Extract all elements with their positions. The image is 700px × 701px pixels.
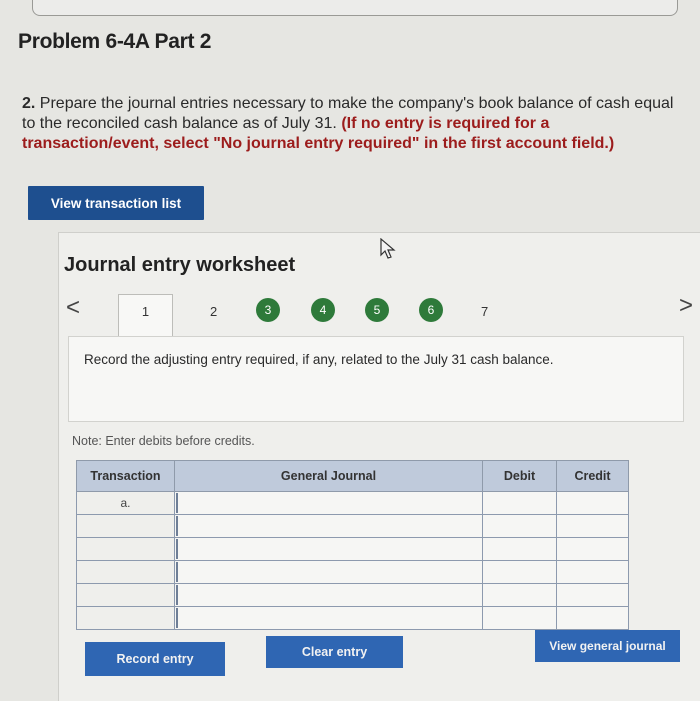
credit-input[interactable]: [556, 583, 629, 607]
transaction-cell: a.: [76, 491, 175, 515]
column-header-credit: Credit: [556, 460, 629, 492]
account-select[interactable]: [174, 537, 483, 561]
credit-input[interactable]: [556, 537, 629, 561]
account-select[interactable]: [174, 560, 483, 584]
transaction-cell: [76, 560, 175, 584]
table-row: [76, 514, 629, 538]
table-header-row: Transaction General Journal Debit Credit: [76, 460, 629, 492]
account-field[interactable]: [176, 516, 481, 536]
tab-3[interactable]: 3: [256, 298, 280, 322]
debit-input[interactable]: [482, 514, 557, 538]
column-header-general-journal: General Journal: [174, 460, 483, 492]
column-header-transaction: Transaction: [76, 460, 175, 492]
account-select[interactable]: [174, 583, 483, 607]
account-field[interactable]: [176, 562, 481, 582]
credit-input[interactable]: [556, 560, 629, 584]
instruction-number: 2.: [22, 95, 36, 112]
entry-prompt: Record the adjusting entry required, if …: [84, 352, 554, 367]
tab-5[interactable]: 5: [365, 298, 389, 322]
tab-7[interactable]: 7: [481, 304, 488, 319]
table-row: [76, 537, 629, 561]
table-row: [76, 583, 629, 607]
transaction-cell: [76, 537, 175, 561]
account-field[interactable]: [176, 608, 481, 628]
table-row: [76, 606, 629, 630]
account-field[interactable]: [176, 493, 481, 513]
tab-4[interactable]: 4: [311, 298, 335, 322]
account-select[interactable]: [174, 491, 483, 515]
account-field[interactable]: [176, 539, 481, 559]
page-title: Problem 6-4A Part 2: [18, 30, 212, 53]
column-header-debit: Debit: [482, 460, 557, 492]
debit-credit-note: Note: Enter debits before credits.: [72, 434, 255, 448]
view-transaction-list-button[interactable]: View transaction list: [28, 186, 204, 220]
top-frame: [32, 0, 678, 16]
journal-entry-table: Transaction General Journal Debit Credit…: [76, 460, 629, 630]
account-field[interactable]: [176, 585, 481, 605]
transaction-cell: [76, 514, 175, 538]
table-row: a.: [76, 491, 629, 515]
entry-prompt-box: [68, 336, 684, 422]
debit-input[interactable]: [482, 583, 557, 607]
worksheet-title: Journal entry worksheet: [64, 254, 296, 276]
mouse-pointer-icon: [380, 238, 396, 259]
debit-input[interactable]: [482, 491, 557, 515]
tab-2[interactable]: 2: [210, 304, 217, 319]
table-row: [76, 560, 629, 584]
credit-input[interactable]: [556, 491, 629, 515]
record-entry-button[interactable]: Record entry: [85, 642, 225, 676]
tab-1[interactable]: 1: [118, 294, 173, 340]
credit-input[interactable]: [556, 606, 629, 630]
credit-input[interactable]: [556, 514, 629, 538]
tab-6[interactable]: 6: [419, 298, 443, 322]
next-entry-chevron-icon[interactable]: >: [679, 292, 693, 320]
previous-entry-chevron-icon[interactable]: <: [66, 294, 80, 322]
debit-input[interactable]: [482, 560, 557, 584]
debit-input[interactable]: [482, 537, 557, 561]
transaction-cell: [76, 606, 175, 630]
account-select[interactable]: [174, 514, 483, 538]
debit-input[interactable]: [482, 606, 557, 630]
account-select[interactable]: [174, 606, 483, 630]
clear-entry-button[interactable]: Clear entry: [266, 636, 403, 668]
instructions: 2. Prepare the journal entries necessary…: [22, 94, 677, 154]
transaction-cell: [76, 583, 175, 607]
view-general-journal-button[interactable]: View general journal: [535, 630, 680, 662]
